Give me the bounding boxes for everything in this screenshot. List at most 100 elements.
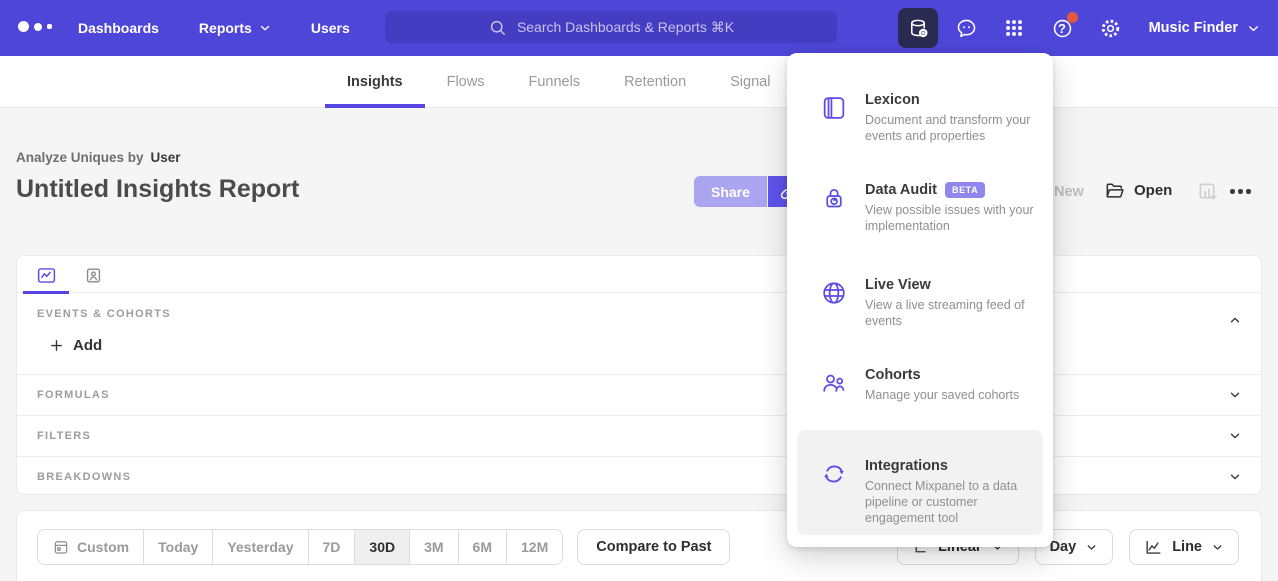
nav-dashboards[interactable]: Dashboards [78,20,159,36]
data-management-button[interactable] [898,8,938,48]
breakdowns-section[interactable]: BREAKDOWNS [17,456,1261,497]
global-search-input[interactable]: Search Dashboards & Reports ⌘K [385,11,837,43]
chevron-down-icon[interactable] [1228,470,1242,484]
date-range-segmented-control: Custom Today Yesterday 7D 30D 3M 6M 12M [37,529,563,565]
builder-view-tabs [17,256,1261,293]
navbar-tools: ? [898,8,1130,48]
page-title[interactable]: Untitled Insights Report [16,175,299,204]
menu-item-title: Integrations [865,458,948,474]
filters-section[interactable]: FILTERS [17,415,1261,456]
menu-item-title: Lexicon [865,92,920,108]
calendar-icon [52,538,70,556]
open-label: Open [1134,182,1172,199]
menu-item-title: Data Audit [865,182,937,198]
menu-item-description: View a live streaming feed of events [865,297,1043,329]
project-switcher[interactable]: Music Finder [1149,0,1260,56]
open-report-button[interactable]: Open [1104,180,1172,201]
folder-icon [1104,180,1125,201]
globe-icon [820,279,848,307]
menu-item-integrations[interactable]: Integrations Connect Mixpanel to a data … [797,430,1043,535]
chevron-down-icon [1085,541,1098,554]
plus-icon [49,338,64,353]
analyze-entity[interactable]: User [151,150,181,165]
top-navbar: Dashboards Reports Users Search Dashboar… [0,0,1278,56]
help-button[interactable]: ? [1042,8,1082,48]
chart-line-icon [36,265,57,286]
settings-button[interactable] [1090,8,1130,48]
date-controls-card: Custom Today Yesterday 7D 30D 3M 6M 12M … [16,510,1262,581]
share-button[interactable]: Share [694,176,767,207]
feedback-bubble-icon [955,17,978,40]
dot [1246,189,1251,194]
chevron-down-icon [259,22,271,34]
nav-users[interactable]: Users [311,20,350,36]
tab-flows[interactable]: Flows [425,56,507,108]
analyze-line: Analyze Uniques by User [16,150,181,165]
question-glyph: ? [1058,21,1066,36]
primary-nav: Dashboards Reports Users [78,0,350,56]
menu-item-description: Manage your saved cohorts [865,387,1043,403]
menu-item-title: Live View [865,277,931,293]
report-tabs: Insights Flows Funnels Retention Signal … [325,56,853,108]
add-label: Add [73,337,102,354]
person-icon [84,266,103,285]
cohorts-people-icon [820,369,848,397]
dot [1238,189,1243,194]
add-event-button[interactable]: Add [49,337,102,354]
tab-retention[interactable]: Retention [602,56,708,108]
events-cohorts-section: EVENTS & COHORTS Add [17,293,1261,374]
range-today[interactable]: Today [143,530,212,564]
date-range-group: Custom Today Yesterday 7D 30D 3M 6M 12M … [37,529,730,565]
apps-grid-icon [1003,17,1025,39]
range-12m[interactable]: 12M [506,530,562,564]
mixpanel-app: Dashboards Reports Users Search Dashboar… [0,0,1278,581]
range-3m[interactable]: 3M [409,530,457,564]
compare-to-past-button[interactable]: Compare to Past [577,529,730,565]
chart-type-dropdown[interactable]: Line [1129,529,1239,565]
tab-signal[interactable]: Signal [708,56,792,108]
notification-dot [1067,12,1078,23]
range-7d[interactable]: 7D [308,530,355,564]
events-cohorts-label: EVENTS & COHORTS [17,308,171,320]
analyze-prefix: Analyze Uniques by [16,150,144,165]
mixpanel-logo[interactable] [18,21,52,32]
formulas-section[interactable]: FORMULAS [17,374,1261,415]
events-view-tab[interactable] [23,260,69,290]
apps-grid-button[interactable] [994,8,1034,48]
filters-label: FILTERS [17,430,91,442]
beta-badge: BETA [945,182,985,198]
feedback-button[interactable] [946,8,986,48]
tab-funnels[interactable]: Funnels [506,56,602,108]
search-placeholder: Search Dashboards & Reports ⌘K [517,19,734,36]
book-icon [820,94,848,122]
database-gear-icon [907,17,930,40]
formulas-label: FORMULAS [17,389,110,401]
menu-item-title: Cohorts [865,367,921,383]
chevron-down-icon[interactable] [1228,388,1242,402]
search-icon [488,18,507,37]
tab-insights[interactable]: Insights [325,56,425,108]
data-management-menu: Lexicon Document and transform your even… [787,53,1053,547]
chevron-up-icon[interactable] [1228,313,1242,327]
line-chart-icon [1144,538,1163,557]
range-6m[interactable]: 6M [458,530,506,564]
chevron-down-icon [1211,541,1224,554]
project-name: Music Finder [1149,20,1238,36]
dot [1230,189,1235,194]
range-30d[interactable]: 30D [354,530,409,564]
users-view-tab[interactable] [73,260,113,290]
add-to-dashboard-button[interactable] [1196,180,1219,203]
range-custom[interactable]: Custom [38,530,143,564]
menu-item-description: Connect Mixpanel to a data pipeline or c… [865,478,1027,526]
range-yesterday[interactable]: Yesterday [212,530,307,564]
nav-reports[interactable]: Reports [199,20,271,36]
menu-item-description: View possible issues with your implement… [865,202,1043,234]
breakdowns-label: BREAKDOWNS [17,471,131,483]
chevron-down-icon[interactable] [1228,429,1242,443]
settings-gear-icon [1099,17,1122,40]
chevron-down-icon [1247,22,1260,35]
new-report-button[interactable]: New [1054,184,1084,200]
report-tabbar: Insights Flows Funnels Retention Signal … [0,56,1278,108]
more-options-button[interactable] [1230,189,1251,194]
integrations-sync-icon [820,460,848,488]
